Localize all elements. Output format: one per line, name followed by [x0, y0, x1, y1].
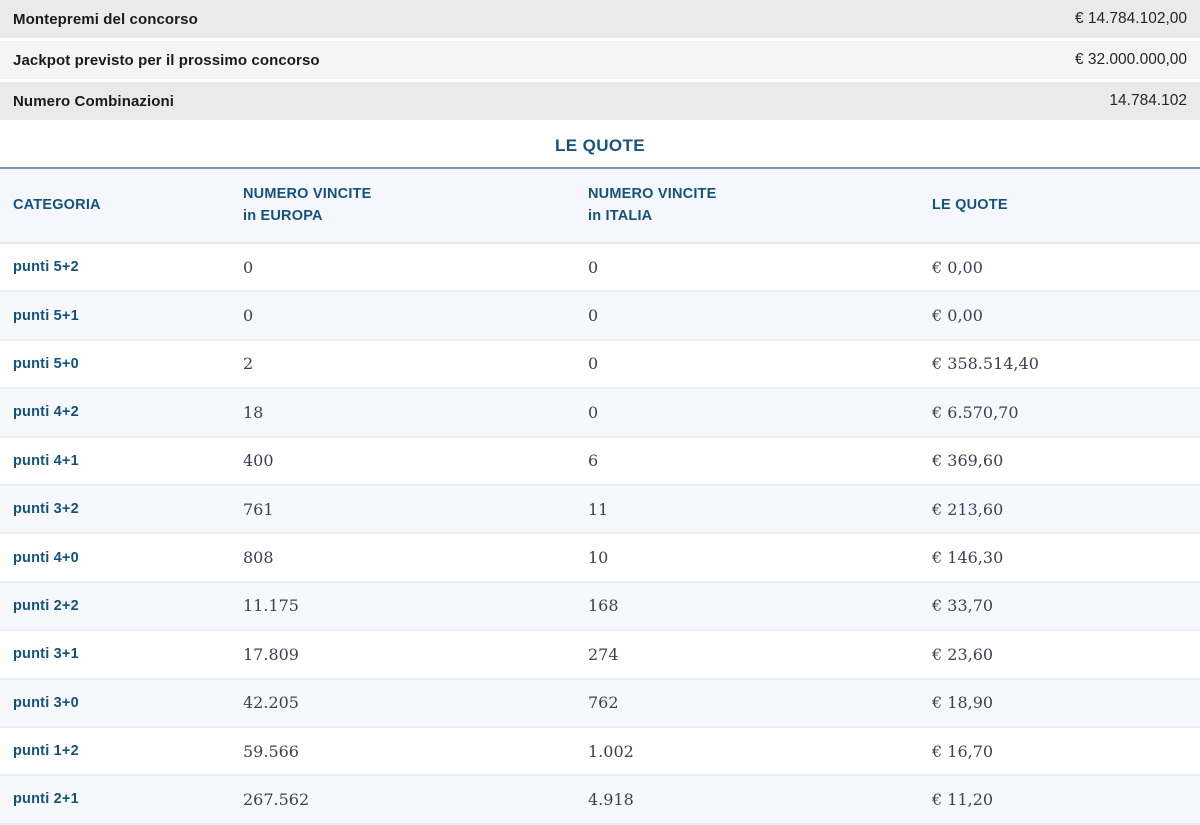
- vincite-europa-cell: 11.175: [243, 582, 588, 630]
- vincite-italia-cell: 0: [588, 340, 932, 388]
- table-row: punti 1+2 59.566 1.002 € 16,70: [0, 727, 1200, 775]
- vincite-europa-cell: 17.809: [243, 630, 588, 678]
- categoria-cell: punti 3+0: [0, 679, 243, 727]
- table-row: punti 2+2 11.175 168 € 33,70: [0, 582, 1200, 630]
- vincite-europa-cell: 808: [243, 533, 588, 581]
- quote-table: CATEGORIA NUMERO VINCITE in EUROPA NUMER…: [0, 169, 1200, 825]
- categoria-cell: punti 4+0: [0, 533, 243, 581]
- table-row: punti 3+2 761 11 € 213,60: [0, 485, 1200, 533]
- vincite-europa-cell: 400: [243, 437, 588, 485]
- page-title: LE QUOTE: [555, 136, 645, 155]
- vincite-europa-cell: 42.205: [243, 679, 588, 727]
- quota-cell: € 18,90: [932, 679, 1200, 727]
- quota-cell: € 33,70: [932, 582, 1200, 630]
- vincite-italia-cell: 762: [588, 679, 932, 727]
- vincite-europa-cell: 59.566: [243, 727, 588, 775]
- header-le-quote: LE QUOTE: [932, 169, 1200, 243]
- vincite-italia-cell: 6: [588, 437, 932, 485]
- table-row: punti 5+2 0 0 € 0,00: [0, 243, 1200, 291]
- quota-cell: € 358.514,40: [932, 340, 1200, 388]
- vincite-europa-cell: 2: [243, 340, 588, 388]
- categoria-cell: punti 5+0: [0, 340, 243, 388]
- quota-cell: € 0,00: [932, 243, 1200, 291]
- vincite-italia-cell: 0: [588, 388, 932, 436]
- vincite-europa-cell: 0: [243, 243, 588, 291]
- montepremi-label: Montepremi del concorso: [13, 11, 198, 28]
- vincite-italia-cell: 274: [588, 630, 932, 678]
- categoria-cell: punti 4+1: [0, 437, 243, 485]
- le-quote-section-header: LE QUOTE: [0, 123, 1200, 169]
- combinazioni-row: Numero Combinazioni 14.784.102: [0, 82, 1200, 120]
- header-categoria: CATEGORIA: [0, 169, 243, 243]
- combinazioni-value: 14.784.102: [1109, 92, 1187, 110]
- vincite-italia-cell: 10: [588, 533, 932, 581]
- header-vincite-europa: NUMERO VINCITE in EUROPA: [243, 169, 588, 243]
- quota-cell: € 146,30: [932, 533, 1200, 581]
- quota-cell: € 11,20: [932, 775, 1200, 823]
- vincite-europa-cell: 18: [243, 388, 588, 436]
- table-row: punti 5+0 2 0 € 358.514,40: [0, 340, 1200, 388]
- quota-cell: € 6.570,70: [932, 388, 1200, 436]
- categoria-cell: punti 2+2: [0, 582, 243, 630]
- draw-summary: Montepremi del concorso € 14.784.102,00 …: [0, 0, 1200, 120]
- quota-cell: € 16,70: [932, 727, 1200, 775]
- quota-cell: € 23,60: [932, 630, 1200, 678]
- categoria-cell: punti 2+1: [0, 775, 243, 823]
- jackpot-label: Jackpot previsto per il prossimo concors…: [13, 52, 320, 69]
- categoria-cell: punti 1+2: [0, 727, 243, 775]
- categoria-cell: punti 5+2: [0, 243, 243, 291]
- vincite-europa-cell: 761: [243, 485, 588, 533]
- vincite-italia-cell: 0: [588, 243, 932, 291]
- table-row: punti 4+1 400 6 € 369,60: [0, 437, 1200, 485]
- vincite-europa-cell: 0: [243, 291, 588, 339]
- montepremi-value: € 14.784.102,00: [1075, 10, 1187, 28]
- quota-cell: € 213,60: [932, 485, 1200, 533]
- table-row: punti 3+0 42.205 762 € 18,90: [0, 679, 1200, 727]
- quota-cell: € 0,00: [932, 291, 1200, 339]
- jackpot-value: € 32.000.000,00: [1075, 51, 1187, 69]
- combinazioni-label: Numero Combinazioni: [13, 93, 174, 110]
- table-header-row: CATEGORIA NUMERO VINCITE in EUROPA NUMER…: [0, 169, 1200, 243]
- table-row: punti 5+1 0 0 € 0,00: [0, 291, 1200, 339]
- vincite-italia-cell: 11: [588, 485, 932, 533]
- montepremi-row: Montepremi del concorso € 14.784.102,00: [0, 0, 1200, 38]
- vincite-italia-cell: 1.002: [588, 727, 932, 775]
- table-row: punti 4+0 808 10 € 146,30: [0, 533, 1200, 581]
- categoria-cell: punti 3+2: [0, 485, 243, 533]
- table-row: punti 3+1 17.809 274 € 23,60: [0, 630, 1200, 678]
- jackpot-row: Jackpot previsto per il prossimo concors…: [0, 41, 1200, 79]
- vincite-italia-cell: 0: [588, 291, 932, 339]
- table-row: punti 2+1 267.562 4.918 € 11,20: [0, 775, 1200, 823]
- vincite-italia-cell: 4.918: [588, 775, 932, 823]
- quota-cell: € 369,60: [932, 437, 1200, 485]
- vincite-europa-cell: 267.562: [243, 775, 588, 823]
- header-vincite-italia: NUMERO VINCITE in ITALIA: [588, 169, 932, 243]
- vincite-italia-cell: 168: [588, 582, 932, 630]
- categoria-cell: punti 5+1: [0, 291, 243, 339]
- categoria-cell: punti 4+2: [0, 388, 243, 436]
- categoria-cell: punti 3+1: [0, 630, 243, 678]
- table-row: punti 4+2 18 0 € 6.570,70: [0, 388, 1200, 436]
